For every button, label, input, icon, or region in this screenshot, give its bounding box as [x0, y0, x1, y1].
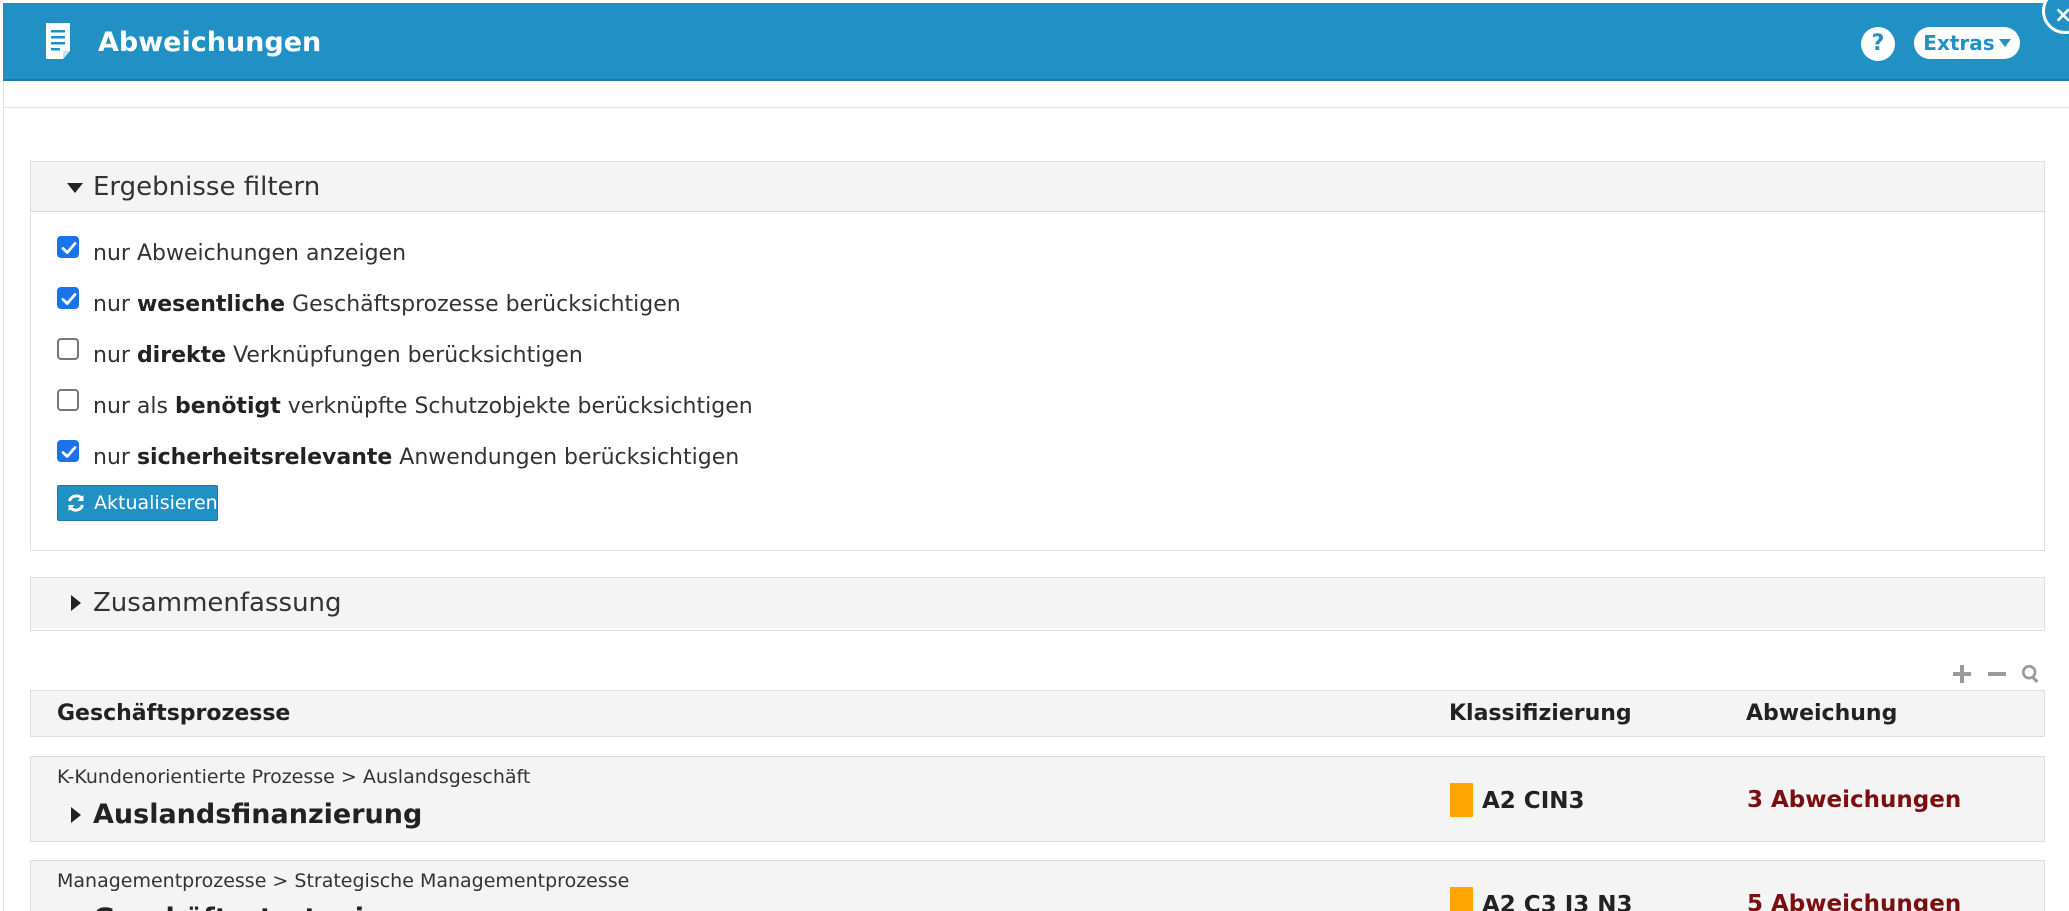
- filter-checkbox[interactable]: [57, 236, 79, 258]
- filter-panel-title: Ergebnisse filtern: [93, 172, 321, 202]
- refresh-icon: [68, 494, 84, 512]
- filter-option-label: nur als benötigt verknüpfte Schutzobjekt…: [93, 392, 753, 422]
- process-path: K-Kundenorientierte Prozesse > Auslandsg…: [57, 766, 531, 788]
- filter-option-prefix: nur: [93, 241, 137, 266]
- expand-all-icon[interactable]: [1952, 664, 1972, 684]
- filter-option-suffix: Abweichungen anzeigen: [136, 241, 407, 266]
- filter-option-suffix: Verknüpfungen berücksichtigen: [226, 343, 583, 368]
- filter-option-keyword: wesentliche: [136, 292, 286, 317]
- filter-option-label: nur direkte Verknüpfungen berücksichtige…: [93, 341, 583, 371]
- filter-option-keyword: sicherheitsrelevante: [136, 445, 393, 470]
- table-header: Geschäftsprozesse Klassifizierung Abweic…: [30, 690, 2045, 737]
- collapse-triangle-icon: [67, 183, 83, 193]
- checkmark-icon: [61, 293, 77, 305]
- checkmark-icon: [61, 242, 77, 254]
- filter-option-suffix: Anwendungen berücksichtigen: [392, 445, 740, 470]
- content-top-divider: [3, 107, 2069, 108]
- table-row[interactable]: Managementprozesse > Strategische Manage…: [30, 860, 2045, 911]
- deviation-link[interactable]: 5 Abweichungen: [1747, 890, 1961, 911]
- classification-value: A2 C3 I3 N3: [1482, 892, 1633, 911]
- dialog-header: Abweichungen ? Extras: [3, 3, 2069, 81]
- classification-swatch: [1450, 887, 1473, 911]
- expand-row-icon[interactable]: [71, 807, 81, 823]
- summary-panel-title: Zusammenfassung: [93, 588, 342, 618]
- table-row[interactable]: K-Kundenorientierte Prozesse > Auslandsg…: [30, 756, 2045, 842]
- filter-checkbox[interactable]: [57, 440, 79, 462]
- filter-option-label: nur Abweichungen anzeigen: [93, 239, 406, 269]
- filter-option-prefix: nur: [93, 445, 137, 470]
- expand-triangle-icon: [71, 595, 81, 611]
- filter-checkbox[interactable]: [57, 389, 79, 411]
- filter-checkbox[interactable]: [57, 287, 79, 309]
- checkmark-icon: [61, 446, 77, 458]
- filter-option-keyword: benötigt: [174, 394, 281, 419]
- filter-option-prefix: nur als: [93, 394, 175, 419]
- filter-option-keyword: direkte: [136, 343, 227, 368]
- refresh-label: Aktualisieren: [94, 492, 218, 514]
- filter-panel-header[interactable]: Ergebnisse filtern: [31, 162, 2044, 212]
- collapse-all-icon[interactable]: [1987, 664, 2007, 684]
- help-button[interactable]: ?: [1861, 27, 1895, 61]
- process-path: Managementprozesse > Strategische Manage…: [57, 870, 630, 892]
- summary-panel: Zusammenfassung: [30, 577, 2045, 631]
- extras-menu-button[interactable]: Extras: [1914, 27, 2020, 59]
- column-header-deviation[interactable]: Abweichung: [1746, 701, 1897, 727]
- filter-checkbox[interactable]: [57, 338, 79, 360]
- refresh-button[interactable]: Aktualisieren: [57, 485, 218, 521]
- dialog-title: Abweichungen: [98, 27, 322, 58]
- column-header-classification[interactable]: Klassifizierung: [1449, 701, 1632, 727]
- filter-panel: Ergebnisse filtern nur Abweichungen anze…: [30, 161, 2045, 551]
- filter-option-prefix: nur: [93, 292, 137, 317]
- filter-option-label: nur wesentliche Geschäftsprozesse berück…: [93, 290, 681, 320]
- process-name[interactable]: Auslandsfinanzierung: [93, 799, 422, 831]
- document-icon: [46, 23, 70, 59]
- column-header-processes[interactable]: Geschäftsprozesse: [57, 701, 290, 727]
- caret-down-icon: [1998, 39, 2011, 47]
- classification-swatch: [1450, 783, 1473, 817]
- filter-option-suffix: verknüpfte Schutzobjekte berücksichtigen: [280, 394, 753, 419]
- classification-value: A2 CIN3: [1482, 788, 1585, 814]
- filter-option-prefix: nur: [93, 343, 137, 368]
- process-name[interactable]: Geschäftsstrategie: [93, 903, 382, 911]
- summary-panel-header[interactable]: Zusammenfassung: [31, 578, 2044, 628]
- deviation-link[interactable]: 3 Abweichungen: [1747, 786, 1961, 814]
- content-left-border: [3, 81, 4, 911]
- extras-label: Extras: [1923, 31, 1995, 55]
- filter-option-suffix: Geschäftsprozesse berücksichtigen: [285, 292, 681, 317]
- close-icon: ×: [2054, 3, 2069, 28]
- deviations-dialog: Abweichungen ? Extras × Ergebnisse filte…: [0, 0, 2069, 911]
- search-icon[interactable]: [2021, 664, 2041, 684]
- filter-option-label: nur sicherheitsrelevante Anwendungen ber…: [93, 443, 739, 473]
